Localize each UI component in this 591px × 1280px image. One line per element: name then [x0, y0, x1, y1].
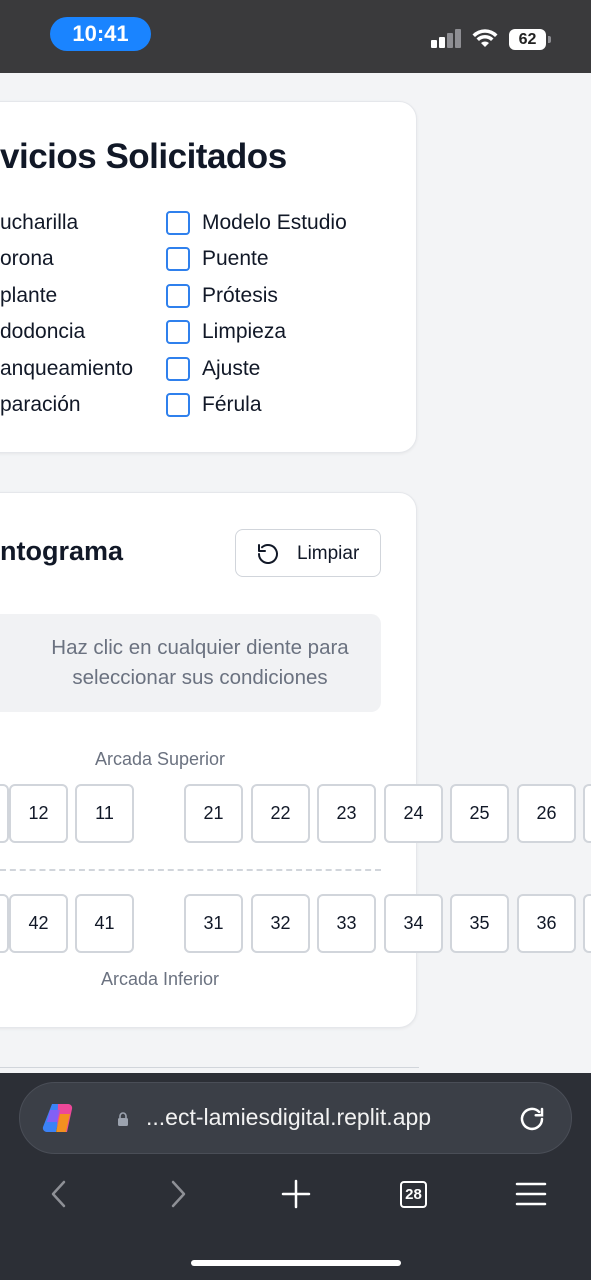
- battery-icon: 62: [509, 29, 551, 50]
- service-checkbox[interactable]: [166, 393, 190, 417]
- tooth-41[interactable]: 41: [75, 894, 134, 953]
- tooth-partial[interactable]: [583, 894, 591, 953]
- tooth-partial[interactable]: [0, 784, 9, 843]
- service-left-item[interactable]: orona: [0, 247, 54, 271]
- tooth-42[interactable]: 42: [9, 894, 68, 953]
- browser-toolbar: ...ect-lamiesdigital.replit.app 28: [0, 1073, 591, 1280]
- clear-button[interactable]: Limpiar: [235, 529, 381, 577]
- service-left-item[interactable]: dodoncia: [0, 320, 85, 344]
- status-time: 10:41: [50, 17, 151, 51]
- service-checkbox[interactable]: [166, 320, 190, 344]
- tooth-12[interactable]: 12: [9, 784, 68, 843]
- service-checkbox[interactable]: [166, 284, 190, 308]
- service-label: Puente: [202, 247, 269, 270]
- tooth-36[interactable]: 36: [517, 894, 576, 953]
- service-left-item[interactable]: paración: [0, 393, 81, 417]
- home-indicator: [191, 1260, 401, 1266]
- new-tab-icon[interactable]: [281, 1178, 311, 1210]
- service-label: Prótesis: [202, 284, 278, 307]
- tooth-22[interactable]: 22: [251, 784, 310, 843]
- hint-line: Haz clic en cualquier diente para: [51, 636, 349, 659]
- service-label: Modelo Estudio: [202, 211, 347, 234]
- status-bar: 10:41 62: [0, 0, 591, 73]
- odontogram-title: ntograma: [0, 536, 124, 566]
- tabs-count-button[interactable]: 28: [400, 1181, 427, 1208]
- upper-arch-label: Arcada Superior: [94, 749, 226, 769]
- service-label: Limpieza: [202, 320, 287, 343]
- service-label: Ajuste: [202, 357, 261, 380]
- tooth-partial[interactable]: [583, 784, 591, 843]
- copilot-icon[interactable]: [42, 1100, 78, 1136]
- tooth-34[interactable]: 34: [384, 894, 443, 953]
- url-text[interactable]: ...ect-lamiesdigital.replit.app: [146, 1104, 431, 1131]
- services-title: vicios Solicitados: [0, 137, 287, 176]
- odontogram-hint: Haz clic en cualquier diente para selecc…: [0, 614, 381, 712]
- back-icon[interactable]: [48, 1178, 70, 1210]
- tooth-26[interactable]: 26: [517, 784, 576, 843]
- tooth-11[interactable]: 11: [75, 784, 134, 843]
- arch-divider: [0, 869, 381, 871]
- service-left-item[interactable]: plante: [0, 284, 57, 308]
- service-left-item[interactable]: anqueamiento: [0, 357, 133, 381]
- tooth-33[interactable]: 33: [317, 894, 376, 953]
- tooth-partial[interactable]: [0, 894, 9, 953]
- address-bar[interactable]: ...ect-lamiesdigital.replit.app: [19, 1082, 572, 1154]
- service-left-item[interactable]: ucharilla: [0, 211, 78, 235]
- clear-button-label: Limpiar: [297, 543, 360, 564]
- next-card-edge: [0, 1067, 419, 1068]
- tooth-21[interactable]: 21: [184, 784, 243, 843]
- service-label: Férula: [202, 393, 262, 416]
- forward-icon[interactable]: [167, 1178, 189, 1210]
- page-content: vicios Solicitados ucharilla orona plant…: [0, 73, 591, 1073]
- wifi-icon: [472, 29, 498, 47]
- cellular-signal-icon: [431, 28, 463, 48]
- reset-icon: [258, 544, 278, 564]
- service-checkbox[interactable]: [166, 211, 190, 235]
- lock-icon: [118, 1112, 128, 1126]
- service-checkbox[interactable]: [166, 357, 190, 381]
- tooth-35[interactable]: 35: [450, 894, 509, 953]
- tooth-32[interactable]: 32: [251, 894, 310, 953]
- menu-icon[interactable]: [515, 1181, 547, 1207]
- reload-icon[interactable]: [517, 1104, 547, 1134]
- hint-line: seleccionar sus condiciones: [72, 666, 328, 689]
- tooth-24[interactable]: 24: [384, 784, 443, 843]
- lower-arch-label: Arcada Inferior: [100, 969, 220, 989]
- tooth-31[interactable]: 31: [184, 894, 243, 953]
- battery-level: 62: [509, 29, 546, 50]
- tooth-23[interactable]: 23: [317, 784, 376, 843]
- service-checkbox[interactable]: [166, 247, 190, 271]
- tooth-25[interactable]: 25: [450, 784, 509, 843]
